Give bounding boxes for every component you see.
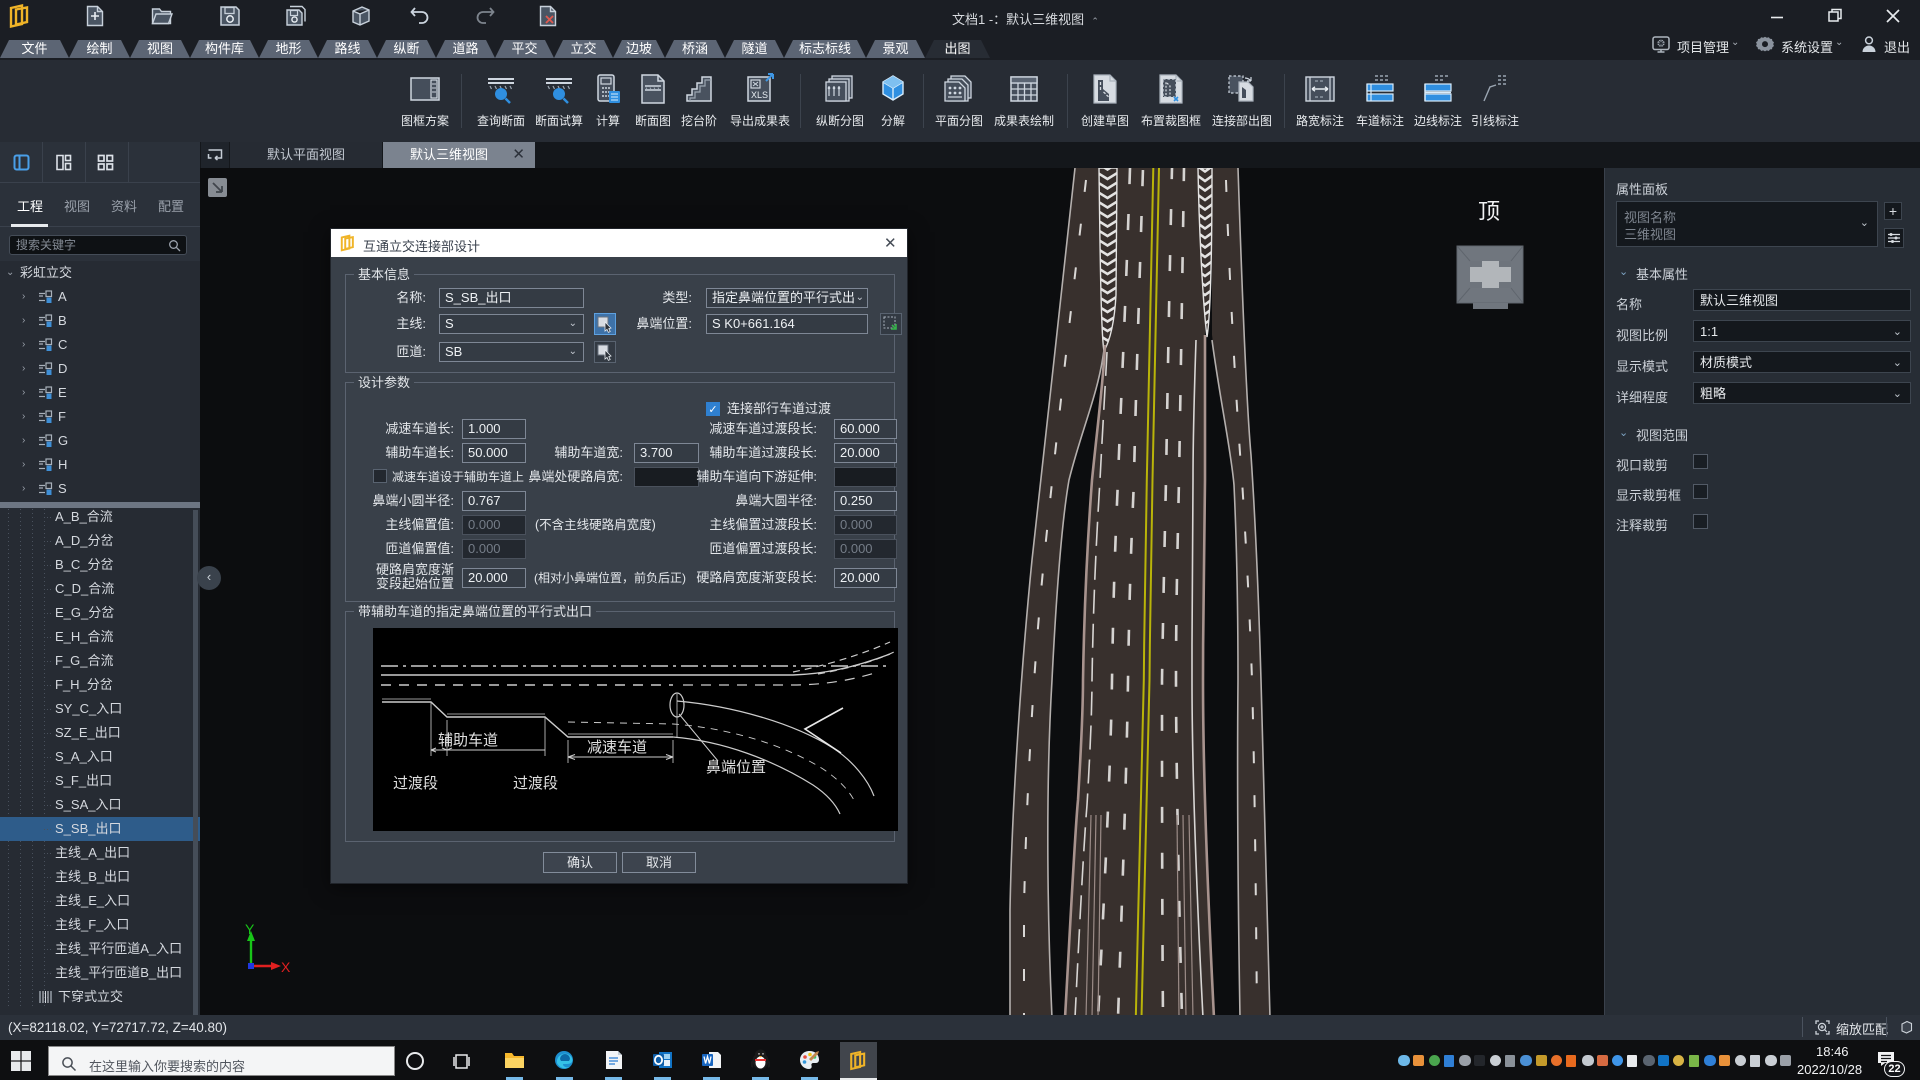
svg-text:顶: 顶 bbox=[1478, 199, 1500, 224]
svg-text:减速车道: 减速车道 bbox=[587, 739, 647, 756]
svg-text:过渡段: 过渡段 bbox=[393, 775, 438, 792]
svg-text:鼻端位置: 鼻端位置 bbox=[706, 759, 766, 776]
svg-text:辅助车道: 辅助车道 bbox=[438, 732, 498, 749]
svg-text:Y: Y bbox=[245, 921, 255, 937]
svg-text:X: X bbox=[281, 959, 291, 975]
svg-text:XLS: XLS bbox=[751, 90, 768, 100]
svg-text:过渡段: 过渡段 bbox=[513, 775, 558, 792]
